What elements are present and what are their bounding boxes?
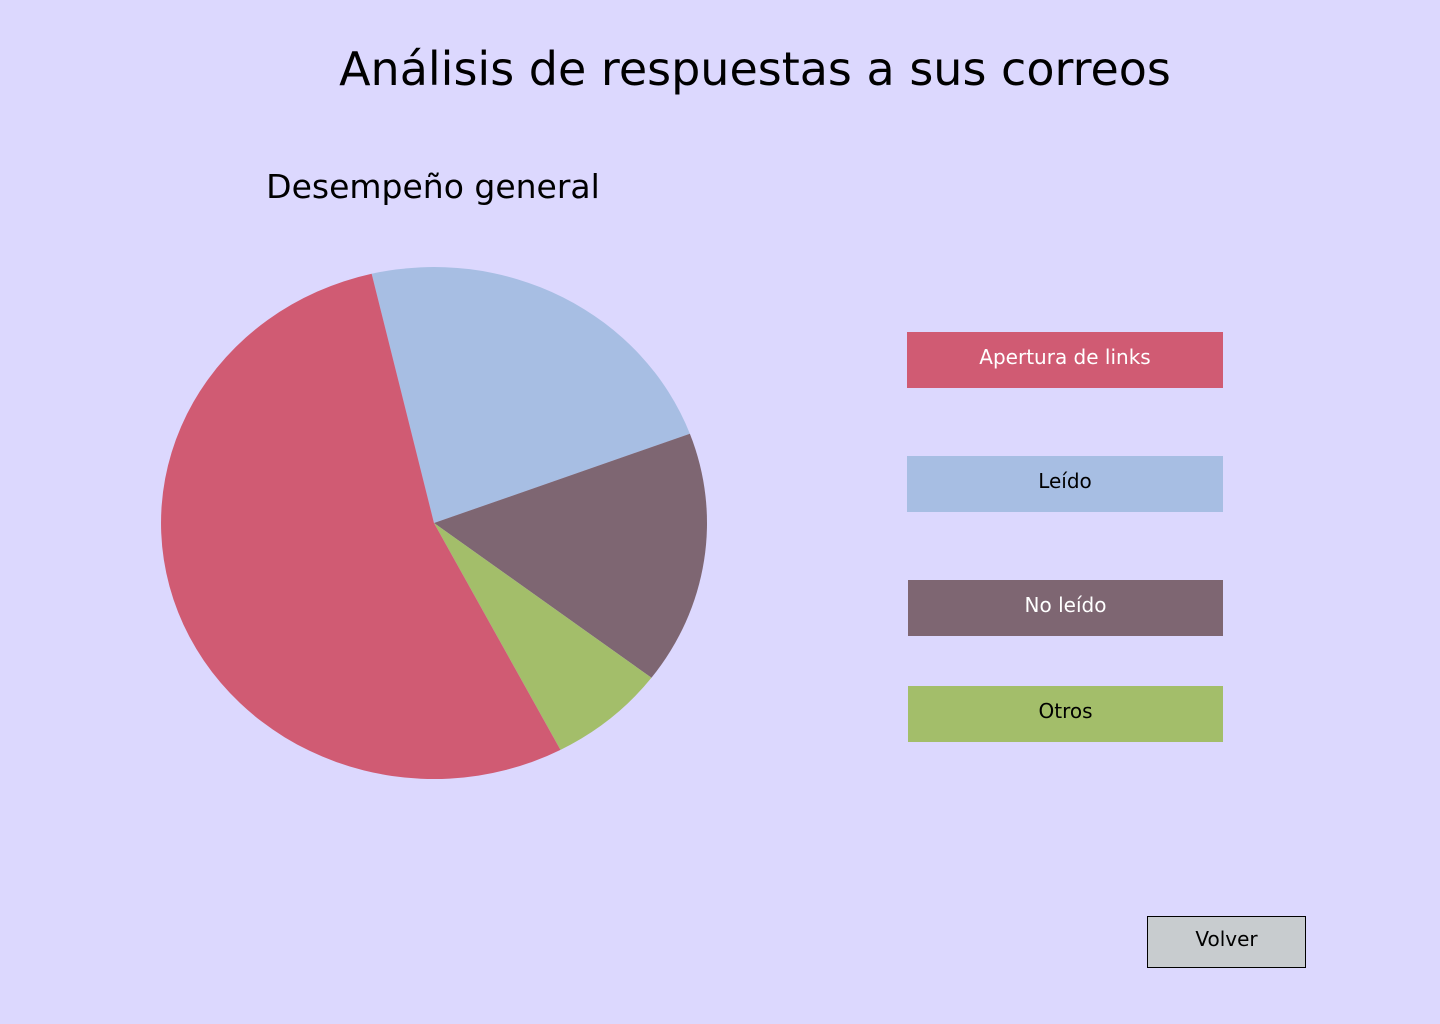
legend-item-leido: Leído — [907, 456, 1223, 512]
legend-label: Leído — [1038, 469, 1092, 493]
legend-label: Otros — [1038, 699, 1093, 723]
legend-item-no-leido: No leído — [908, 580, 1223, 636]
pie-slices — [161, 266, 707, 779]
legend-label: Apertura de links — [979, 345, 1151, 369]
chart-title: Desempeño general — [266, 167, 600, 206]
legend-item-apertura-de-links: Apertura de links — [907, 332, 1223, 388]
back-button[interactable]: Volver — [1147, 916, 1306, 968]
legend-item-otros: Otros — [908, 686, 1223, 742]
page-title: Análisis de respuestas a sus correos — [339, 42, 1171, 96]
legend-label: No leído — [1024, 593, 1107, 617]
pie-chart — [161, 266, 707, 779]
